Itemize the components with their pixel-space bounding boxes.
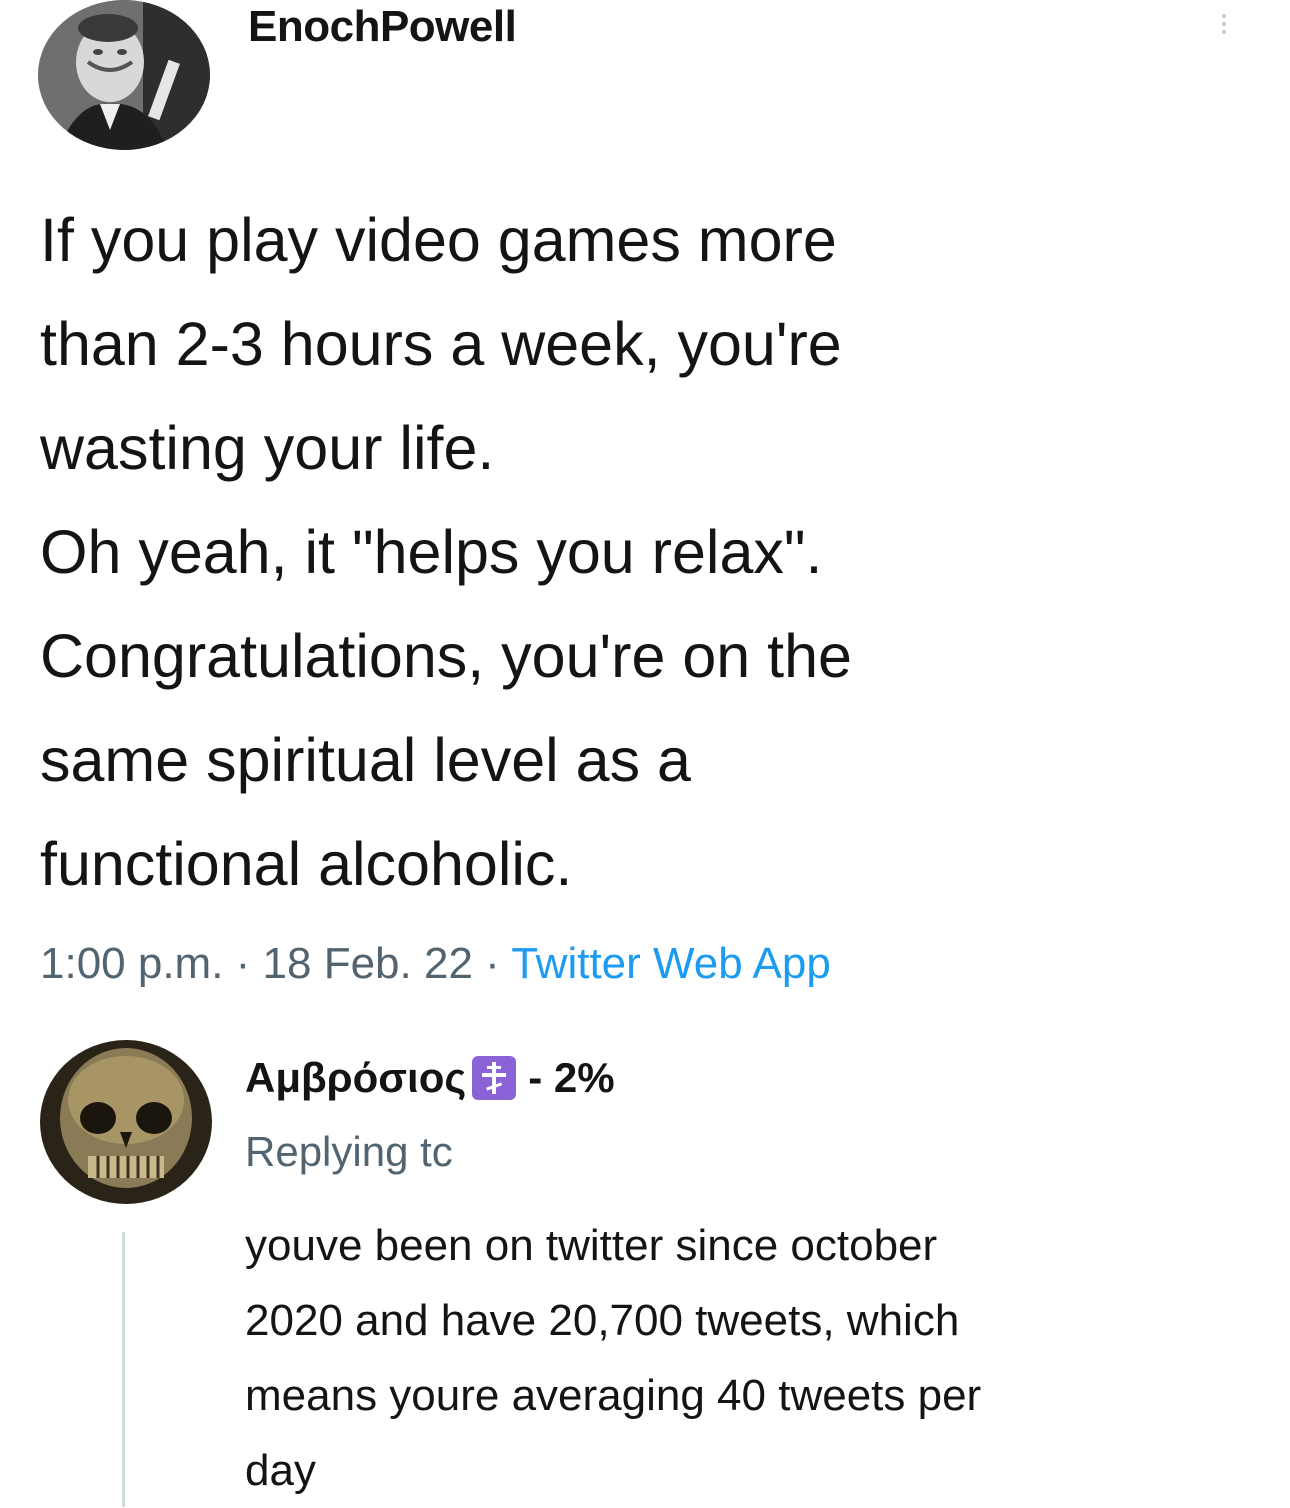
- tweet-text-line: If you play video games more: [40, 206, 837, 274]
- skull-avatar: [40, 1040, 212, 1204]
- thread-connector-line: [122, 1232, 125, 1507]
- tweet-time[interactable]: 1:00 p.m.: [40, 939, 223, 988]
- reply-name-suffix: - 2%: [528, 1054, 615, 1101]
- reply-author-name-row: Αμβρόσιος - 2%: [245, 1054, 615, 1102]
- replying-to-label[interactable]: Replying tc: [245, 1128, 453, 1176]
- reply-author-name[interactable]: Αμβρόσιος: [245, 1054, 466, 1102]
- reply-text-line: day: [245, 1446, 316, 1495]
- reply-text-line: youve been on twitter since october: [245, 1221, 938, 1270]
- tweet-text-line: than 2-3 hours a week, you're: [40, 310, 842, 378]
- reply-text: youve been on twitter since october 2020…: [245, 1208, 1265, 1508]
- author-handle[interactable]: EnochPowell: [248, 2, 517, 52]
- tweet-text-line: Oh yeah, it "helps you relax".: [40, 518, 823, 586]
- profile-photo-man: [38, 0, 210, 150]
- vertical-ellipsis-icon[interactable]: [1211, 10, 1237, 50]
- author-avatar[interactable]: [38, 0, 210, 150]
- tweet-date[interactable]: 18 Feb. 22: [263, 939, 473, 988]
- tweet-text-line: wasting your life.: [40, 414, 495, 482]
- orthodox-cross-icon: [472, 1056, 517, 1100]
- tweet-metadata: 1:00 p.m. · 18 Feb. 22 · Twitter Web App: [40, 936, 831, 992]
- tweet-source-link[interactable]: Twitter Web App: [511, 939, 831, 988]
- tweet-text-line: same spiritual level as a: [40, 726, 691, 794]
- reply-text-line: 2020 and have 20,700 tweets, which: [245, 1296, 960, 1345]
- tweet-text-line: Congratulations, you're on the: [40, 622, 852, 690]
- tweet-text: If you play video games more than 2-3 ho…: [40, 188, 1270, 916]
- meta-separator: ·: [472, 939, 512, 988]
- reply-author-avatar[interactable]: [40, 1040, 212, 1204]
- reply-text-line: means youre averaging 40 tweets per: [245, 1371, 982, 1420]
- tweet-text-line: functional alcoholic.: [40, 830, 573, 898]
- meta-separator: ·: [223, 939, 263, 988]
